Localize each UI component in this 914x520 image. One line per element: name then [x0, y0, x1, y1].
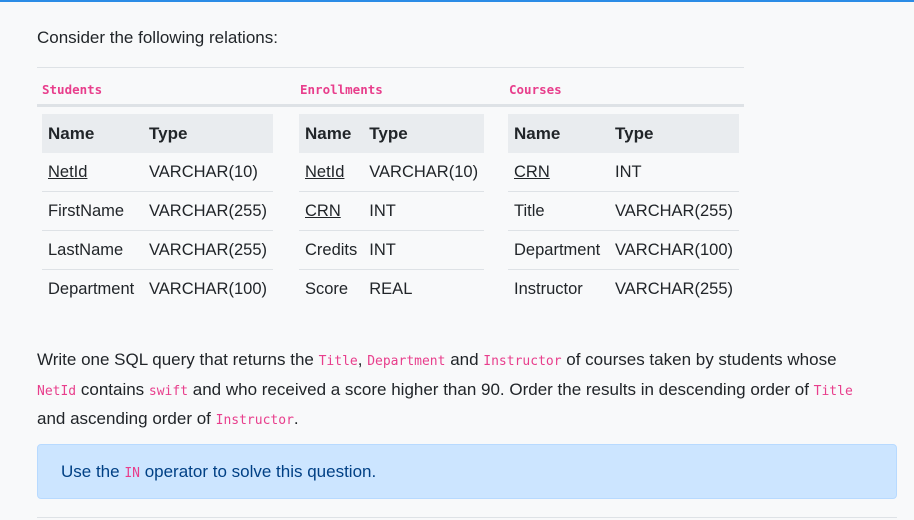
inline-code: NetId	[37, 383, 77, 399]
courses-table: Name Type CRN INT Title VARCHAR(255) Dep…	[508, 114, 739, 308]
cell-type: VARCHAR(255)	[143, 191, 273, 231]
cell-type: VARCHAR(255)	[143, 230, 273, 270]
table-row: Score REAL	[299, 269, 485, 308]
divider-caption	[37, 104, 744, 107]
text-segment: and ascending order of	[37, 409, 216, 428]
question-text: Write one SQL query that returns the Tit…	[37, 346, 897, 435]
cell-type: INT	[363, 191, 485, 231]
cell-name: NetId	[48, 162, 88, 181]
table-row: Title VARCHAR(255)	[508, 191, 739, 231]
cell-type: INT	[363, 230, 485, 270]
column-header: Type	[609, 114, 739, 153]
cell-type: VARCHAR(100)	[609, 230, 739, 270]
cell-type: REAL	[363, 269, 485, 308]
divider-bottom	[37, 517, 897, 518]
table-row: Instructor VARCHAR(255)	[508, 269, 739, 308]
table-row: FirstName VARCHAR(255)	[42, 191, 273, 231]
column-header: Name	[42, 114, 144, 153]
text-segment: Write one SQL query that returns the	[37, 350, 319, 369]
hint-alert: Use the IN operator to solve this questi…	[37, 444, 897, 499]
table-row: Department VARCHAR(100)	[42, 269, 273, 308]
cell-name: CRN	[299, 191, 364, 231]
cell-name: CRN	[514, 162, 550, 181]
cell-type: VARCHAR(10)	[149, 162, 258, 181]
cell-name: Department	[508, 230, 610, 270]
table-row: CRN INT	[508, 153, 739, 192]
text-segment: ,	[357, 350, 368, 369]
cell-name: Credits	[299, 230, 364, 270]
table-row: NetId VARCHAR(10)	[299, 153, 484, 192]
inline-code: Instructor	[215, 413, 294, 428]
table-row: Department VARCHAR(100)	[508, 230, 739, 270]
inline-code: Title	[813, 383, 853, 399]
intro-text: Consider the following relations:	[37, 28, 278, 47]
enrollments-caption: Enrollments	[300, 82, 383, 97]
cell-name: NetId	[305, 162, 345, 181]
cell-type: VARCHAR(10)	[369, 162, 479, 181]
text-segment: contains	[76, 379, 149, 399]
cell-type: VARCHAR(100)	[143, 269, 273, 308]
cell-type: VARCHAR(255)	[609, 191, 739, 231]
text-segment: and who received a score higher than 90.…	[188, 379, 814, 399]
table-row: LastName VARCHAR(255)	[42, 230, 273, 270]
cell-name: LastName	[42, 230, 144, 270]
cell-name: FirstName	[42, 191, 144, 231]
hint-text: Use the IN operator to solve this questi…	[61, 462, 376, 482]
top-accent-bar	[0, 0, 914, 2]
students-table: Name Type NetId VARCHAR(10) FirstName VA…	[42, 114, 273, 308]
column-header: Name	[508, 114, 610, 153]
cell-type: INT	[615, 162, 642, 181]
cell-type: VARCHAR(255)	[609, 269, 739, 308]
table-row: Credits INT	[299, 230, 485, 270]
courses-caption: Courses	[509, 82, 562, 97]
cell-name: Instructor	[508, 269, 610, 308]
column-header: Type	[363, 114, 485, 153]
inline-code: swift	[148, 383, 189, 399]
cell-name: Score	[299, 269, 364, 308]
enrollments-table: Name Type NetId VARCHAR(10) CRN INT Cred…	[299, 114, 485, 308]
cell-name: Title	[508, 191, 610, 231]
cell-name: Department	[42, 269, 144, 308]
text-segment: operator to solve this question.	[139, 462, 377, 481]
text-segment: and	[445, 350, 484, 369]
text-segment: .	[293, 409, 299, 428]
inline-code: IN	[124, 466, 140, 481]
text-segment: of courses taken by students whose	[561, 350, 837, 369]
column-header: Type	[143, 114, 273, 153]
inline-code: Instructor	[483, 354, 562, 369]
text-segment: Use the	[61, 462, 125, 481]
inline-code: Title	[318, 354, 358, 369]
table-row: NetId VARCHAR(10)	[42, 153, 273, 192]
divider-top	[37, 67, 744, 68]
column-header: Name	[299, 114, 364, 153]
table-row: CRN INT	[299, 191, 485, 231]
students-caption: Students	[42, 82, 103, 97]
inline-code: Department	[367, 354, 446, 369]
